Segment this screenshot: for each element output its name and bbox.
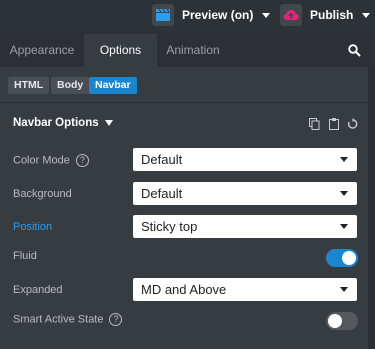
chevron-down-icon xyxy=(340,224,348,229)
breadcrumb: HTML Body Navbar xyxy=(0,67,368,102)
expanded-select[interactable]: MD and Above xyxy=(133,278,357,301)
tab-options[interactable]: Options xyxy=(84,34,157,67)
toggle-knob xyxy=(342,251,356,265)
background-value: Default xyxy=(141,186,183,201)
copy-icon[interactable] xyxy=(309,117,320,135)
fluid-label: Fluid xyxy=(13,250,37,262)
chevron-down-icon xyxy=(362,12,371,18)
publish-label: Publish xyxy=(310,8,354,22)
top-toolbar: Preview (on) Publish xyxy=(0,0,375,32)
paste-icon[interactable] xyxy=(329,117,339,135)
preview-label: Preview (on) xyxy=(182,8,254,22)
background-select[interactable]: Default xyxy=(133,182,357,205)
smart-active-state-toggle[interactable] xyxy=(326,312,358,330)
section-title: Navbar Options xyxy=(13,117,99,129)
cloud-upload-icon xyxy=(280,4,302,26)
color-mode-value: Default xyxy=(141,152,183,167)
reset-icon[interactable] xyxy=(347,117,358,135)
fluid-toggle[interactable] xyxy=(326,249,358,267)
tab-animation[interactable]: Animation xyxy=(157,34,229,67)
background-label: Background xyxy=(13,188,72,200)
search-icon[interactable] xyxy=(348,44,361,62)
publish-button[interactable]: Publish xyxy=(280,4,371,26)
chevron-down-icon xyxy=(340,287,348,292)
scrollbar[interactable] xyxy=(368,67,375,349)
panel-tabs: Appearance Options Animation xyxy=(0,34,375,67)
breadcrumb-body[interactable]: Body xyxy=(51,77,90,94)
expanded-label: Expanded xyxy=(13,284,63,296)
breadcrumb-navbar[interactable]: Navbar xyxy=(89,77,137,94)
help-icon[interactable]: ? xyxy=(75,154,89,167)
toggle-knob xyxy=(328,314,342,328)
chevron-down-icon xyxy=(262,12,271,18)
color-mode-select[interactable]: Default xyxy=(133,148,357,171)
chevron-down-icon xyxy=(340,157,348,162)
chevron-down-icon[interactable] xyxy=(105,120,113,126)
color-mode-label: Color Mode? xyxy=(13,154,89,167)
help-icon[interactable]: ? xyxy=(109,313,123,326)
position-select[interactable]: Sticky top xyxy=(133,215,357,238)
breadcrumb-html[interactable]: HTML xyxy=(8,77,50,94)
position-label: Position xyxy=(13,221,53,233)
preview-button[interactable]: Preview (on) xyxy=(152,4,271,26)
smart-active-state-label: Smart Active State? xyxy=(13,313,123,326)
clapperboard-icon xyxy=(152,4,174,26)
expanded-value: MD and Above xyxy=(141,282,227,297)
position-value: Sticky top xyxy=(141,219,198,234)
chevron-down-icon xyxy=(340,191,348,196)
tab-appearance[interactable]: Appearance xyxy=(0,34,84,67)
